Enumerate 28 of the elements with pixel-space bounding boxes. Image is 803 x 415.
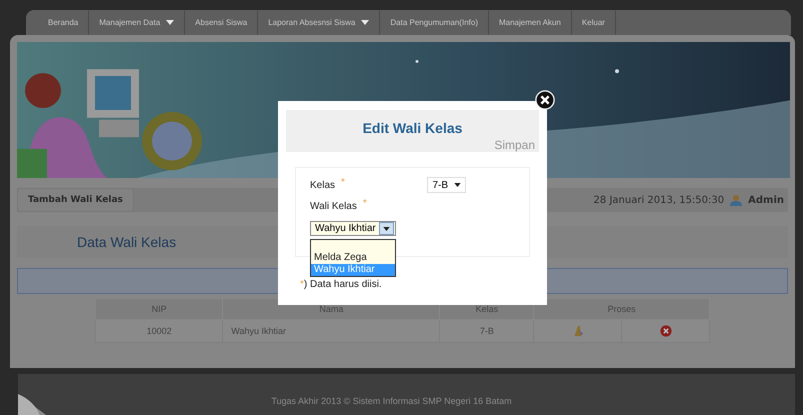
add-button[interactable]: Tambah Wali Kelas xyxy=(17,188,134,212)
date-time: 28 Januari 2013, 15:50:30 xyxy=(594,194,724,206)
caret-icon xyxy=(361,20,370,25)
dialog-title: Edit Wali Kelas xyxy=(362,120,462,138)
required-mark: * xyxy=(362,198,367,209)
caret-icon xyxy=(166,20,174,25)
table-cell: 7-B xyxy=(440,320,534,342)
field-label: Wali Kelas xyxy=(310,200,357,212)
close-icon[interactable] xyxy=(535,90,555,110)
dropdown-option[interactable]: Wahyu Ikhtiar xyxy=(311,264,395,276)
required-mark: * xyxy=(300,279,304,290)
required-mark: * xyxy=(341,177,345,188)
user-icon xyxy=(729,194,744,206)
class-select[interactable]: 7-B xyxy=(427,177,466,193)
caret-icon xyxy=(383,226,390,230)
section-title: Data Wali Kelas xyxy=(77,234,176,250)
teacher-select[interactable]: Wahyu Ikhtiar xyxy=(310,221,396,236)
save-button[interactable]: Simpan xyxy=(494,138,535,152)
table-cell: 10002 xyxy=(96,320,223,342)
user-name[interactable]: Admin xyxy=(748,194,784,206)
required-note: ) Data harus diisi. xyxy=(304,279,382,290)
field-label: Kelas xyxy=(310,180,336,190)
column-header: Proses xyxy=(534,298,710,320)
delete-icon[interactable] xyxy=(660,325,672,337)
column-header: NIP xyxy=(96,298,223,320)
footer-text: Tugas Akhir 2013 © Sistem Informasi SMP Negeri 16 Batam xyxy=(271,396,512,406)
table-cell: Wahyu Ikhtiar xyxy=(222,320,440,342)
dropdown-option[interactable]: Melda Zega xyxy=(311,252,395,264)
